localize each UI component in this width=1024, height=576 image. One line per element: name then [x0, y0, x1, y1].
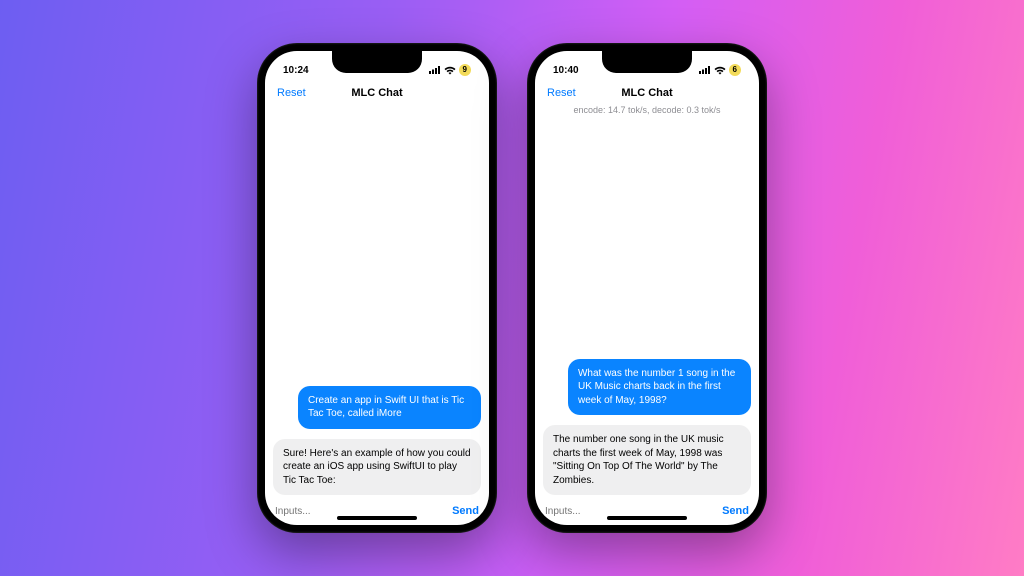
battery-badge: 6 — [729, 64, 741, 76]
phone-screen: 10:24 9 Reset MLC Chat Create an app in … — [265, 51, 489, 525]
nav-title: MLC Chat — [621, 87, 672, 99]
notch — [332, 51, 422, 73]
status-right: 6 — [699, 64, 741, 76]
status-right: 9 — [429, 64, 471, 76]
message-input[interactable] — [545, 506, 716, 517]
wifi-icon — [714, 66, 726, 75]
battery-badge: 9 — [459, 64, 471, 76]
send-button[interactable]: Send — [452, 505, 479, 517]
send-button[interactable]: Send — [722, 505, 749, 517]
phone-screen: 10:40 6 Reset MLC Chat encode: 14.7 tok/… — [535, 51, 759, 525]
wifi-icon — [444, 66, 456, 75]
message-user: What was the number 1 song in the UK Mus… — [568, 359, 751, 416]
cellular-icon — [699, 66, 711, 74]
chat-area: What was the number 1 song in the UK Mus… — [535, 119, 759, 501]
nav-title: MLC Chat — [351, 87, 402, 99]
nav-bar: Reset MLC Chat — [535, 81, 759, 103]
reset-button[interactable]: Reset — [547, 87, 576, 99]
home-indicator[interactable] — [337, 516, 417, 520]
cellular-icon — [429, 66, 441, 74]
chat-area: Create an app in Swift UI that is Tic Ta… — [265, 103, 489, 501]
input-bar: Send — [535, 501, 759, 525]
message-assistant: The number one song in the UK music char… — [543, 425, 751, 495]
phone-device-right: 10:40 6 Reset MLC Chat encode: 14.7 tok/… — [527, 43, 767, 533]
status-time: 10:40 — [553, 65, 579, 76]
input-bar: Send — [265, 501, 489, 525]
reset-button[interactable]: Reset — [277, 87, 306, 99]
phone-device-left: 10:24 9 Reset MLC Chat Create an app in … — [257, 43, 497, 533]
token-stats: encode: 14.7 tok/s, decode: 0.3 tok/s — [535, 103, 759, 119]
status-time: 10:24 — [283, 65, 309, 76]
message-user: Create an app in Swift UI that is Tic Ta… — [298, 386, 481, 429]
message-input[interactable] — [275, 506, 446, 517]
message-assistant: Sure! Here's an example of how you could… — [273, 439, 481, 496]
nav-bar: Reset MLC Chat — [265, 81, 489, 103]
notch — [602, 51, 692, 73]
home-indicator[interactable] — [607, 516, 687, 520]
